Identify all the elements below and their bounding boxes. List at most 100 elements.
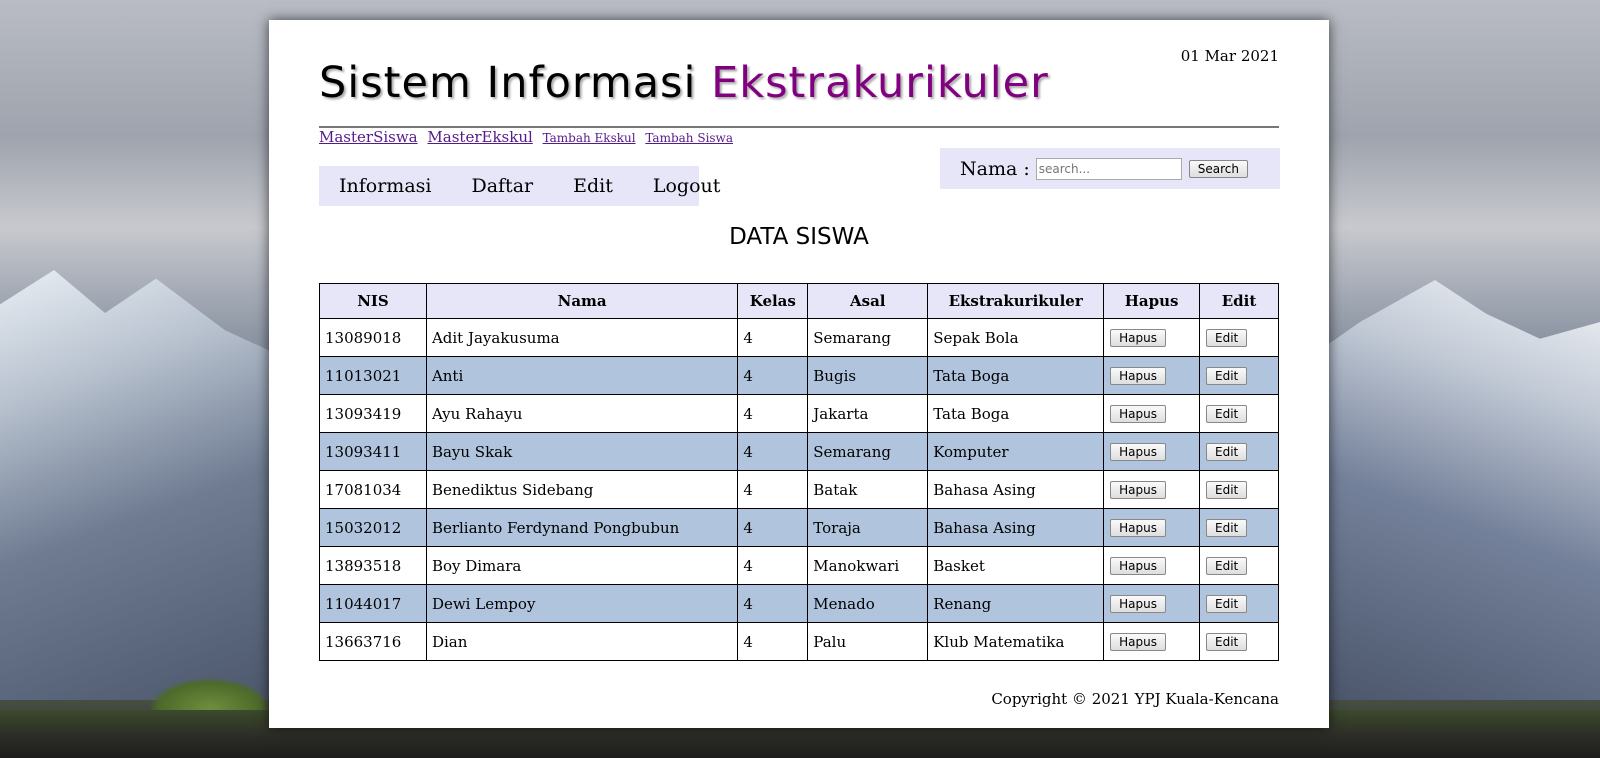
search-button[interactable]: Search <box>1188 159 1248 178</box>
cell-hapus: Hapus <box>1103 622 1201 661</box>
cell-nama: Dian <box>425 622 739 661</box>
cell-nis: 11013021 <box>319 356 427 395</box>
search-bar: Nama : Search <box>940 148 1280 189</box>
background-mountain-right <box>1300 280 1600 700</box>
table-row: 13093419 Ayu Rahayu 4 Jakarta Tata Boga … <box>319 394 1279 433</box>
cell-edit: Edit <box>1199 318 1279 357</box>
delete-button[interactable]: Hapus <box>1110 633 1166 651</box>
column-header-nama: Nama <box>425 283 739 319</box>
column-header-asal: Asal <box>807 283 929 319</box>
edit-button[interactable]: Edit <box>1206 633 1248 651</box>
delete-button[interactable]: Hapus <box>1110 595 1166 613</box>
nav-informasi[interactable]: Informasi <box>339 175 431 197</box>
cell-kelas: 4 <box>737 356 809 395</box>
cell-asal: Manokwari <box>807 546 929 585</box>
cell-nama: Boy Dimara <box>425 546 739 585</box>
delete-button[interactable]: Hapus <box>1110 557 1166 575</box>
cell-ekskul: Sepak Bola <box>927 318 1105 357</box>
current-date: 01 Mar 2021 <box>1180 47 1279 65</box>
cell-kelas: 4 <box>737 546 809 585</box>
cell-kelas: 4 <box>737 394 809 433</box>
cell-asal: Semarang <box>807 318 929 357</box>
edit-button[interactable]: Edit <box>1206 557 1248 575</box>
cell-edit: Edit <box>1199 622 1279 661</box>
table-row: 15032012 Berlianto Ferdynand Pongbubun 4… <box>319 508 1279 547</box>
footer-copyright: Copyright © 2021 YPJ Kuala-Kencana <box>991 690 1279 708</box>
cell-ekskul: Renang <box>927 584 1105 623</box>
student-table: NIS Nama Kelas Asal Ekstrakurikuler Hapu… <box>319 283 1279 661</box>
cell-edit: Edit <box>1199 394 1279 433</box>
cell-asal: Bugis <box>807 356 929 395</box>
cell-nis: 13663716 <box>319 622 427 661</box>
title-accent: Ekstrakurikuler <box>711 58 1049 108</box>
table-row: 11044017 Dewi Lempoy 4 Menado Renang Hap… <box>319 584 1279 623</box>
nav-edit[interactable]: Edit <box>573 175 613 197</box>
cell-nama: Bayu Skak <box>425 432 739 471</box>
cell-kelas: 4 <box>737 584 809 623</box>
cell-nama: Dewi Lempoy <box>425 584 739 623</box>
cell-edit: Edit <box>1199 546 1279 585</box>
cell-asal: Palu <box>807 622 929 661</box>
table-row: 13663716 Dian 4 Palu Klub Matematika Hap… <box>319 622 1279 661</box>
cell-hapus: Hapus <box>1103 508 1201 547</box>
delete-button[interactable]: Hapus <box>1110 519 1166 537</box>
table-row: 13893518 Boy Dimara 4 Manokwari Basket H… <box>319 546 1279 585</box>
cell-ekskul: Basket <box>927 546 1105 585</box>
cell-ekskul: Komputer <box>927 432 1105 471</box>
cell-nis: 17081034 <box>319 470 427 509</box>
table-row: 11013021 Anti 4 Bugis Tata Boga Hapus Ed… <box>319 356 1279 395</box>
delete-button[interactable]: Hapus <box>1110 481 1166 499</box>
section-heading: DATA SISWA <box>729 224 869 250</box>
table-row: 17081034 Benediktus Sidebang 4 Batak Bah… <box>319 470 1279 509</box>
search-label: Nama : <box>960 157 1030 180</box>
cell-nama: Benediktus Sidebang <box>425 470 739 509</box>
cell-edit: Edit <box>1199 508 1279 547</box>
edit-button[interactable]: Edit <box>1206 405 1248 423</box>
cell-kelas: 4 <box>737 432 809 471</box>
link-master-ekskul[interactable]: MasterEkskul <box>427 128 532 146</box>
nav-daftar[interactable]: Daftar <box>471 175 533 197</box>
nav-logout[interactable]: Logout <box>653 175 721 197</box>
cell-ekskul: Tata Boga <box>927 394 1105 433</box>
cell-kelas: 4 <box>737 318 809 357</box>
table-header-row: NIS Nama Kelas Asal Ekstrakurikuler Hapu… <box>319 283 1279 319</box>
cell-asal: Toraja <box>807 508 929 547</box>
delete-button[interactable]: Hapus <box>1110 329 1166 347</box>
delete-button[interactable]: Hapus <box>1110 367 1166 385</box>
cell-nama: Berlianto Ferdynand Pongbubun <box>425 508 739 547</box>
column-header-edit: Edit <box>1199 283 1279 319</box>
cell-asal: Menado <box>807 584 929 623</box>
delete-button[interactable]: Hapus <box>1110 443 1166 461</box>
edit-button[interactable]: Edit <box>1206 443 1248 461</box>
edit-button[interactable]: Edit <box>1206 519 1248 537</box>
link-tambah-ekskul[interactable]: Tambah Ekskul <box>543 131 636 145</box>
cell-nis: 13893518 <box>319 546 427 585</box>
column-header-nis: NIS <box>319 283 427 319</box>
cell-asal: Semarang <box>807 432 929 471</box>
top-links: MasterSiswa MasterEkskul Tambah Ekskul T… <box>319 128 738 146</box>
cell-ekskul: Klub Matematika <box>927 622 1105 661</box>
cell-hapus: Hapus <box>1103 470 1201 509</box>
table-row: 13089018 Adit Jayakusuma 4 Semarang Sepa… <box>319 318 1279 357</box>
search-input[interactable] <box>1035 157 1182 180</box>
edit-button[interactable]: Edit <box>1206 595 1248 613</box>
edit-button[interactable]: Edit <box>1206 367 1248 385</box>
cell-hapus: Hapus <box>1103 356 1201 395</box>
cell-edit: Edit <box>1199 356 1279 395</box>
cell-kelas: 4 <box>737 622 809 661</box>
cell-nis: 13093419 <box>319 394 427 433</box>
column-header-kelas: Kelas <box>737 283 809 319</box>
delete-button[interactable]: Hapus <box>1110 405 1166 423</box>
edit-button[interactable]: Edit <box>1206 329 1248 347</box>
link-tambah-siswa[interactable]: Tambah Siswa <box>645 131 733 145</box>
cell-hapus: Hapus <box>1103 394 1201 433</box>
page-title: Sistem Informasi Ekstrakurikuler <box>319 58 1049 108</box>
cell-nis: 11044017 <box>319 584 427 623</box>
link-master-siswa[interactable]: MasterSiswa <box>319 128 418 146</box>
main-panel: 01 Mar 2021 Sistem Informasi Ekstrakurik… <box>269 20 1329 728</box>
column-header-ekstrakurikuler: Ekstrakurikuler <box>927 283 1105 319</box>
edit-button[interactable]: Edit <box>1206 481 1248 499</box>
cell-ekskul: Bahasa Asing <box>927 508 1105 547</box>
cell-nama: Ayu Rahayu <box>425 394 739 433</box>
cell-asal: Batak <box>807 470 929 509</box>
